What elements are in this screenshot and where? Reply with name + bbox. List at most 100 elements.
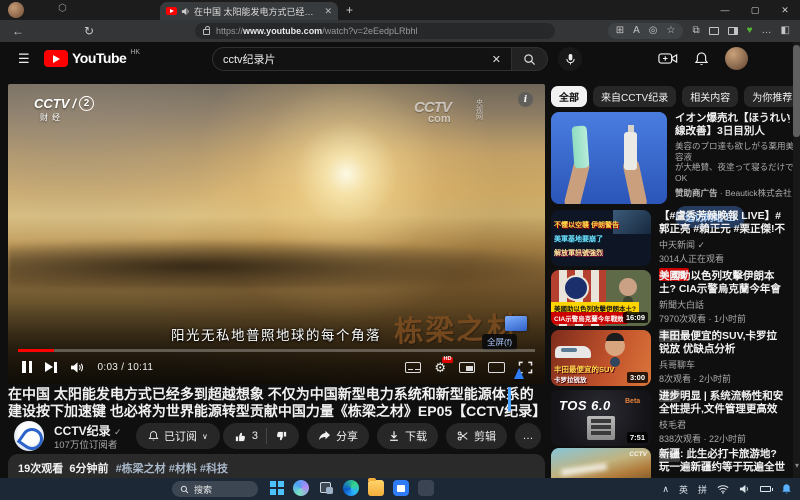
description-hashtags[interactable]: #栋梁之材 #材料 #科技: [116, 463, 228, 475]
sidebar-ad-item[interactable]: イオン爆売れ【ほうれい線改善】3日目別人 美容のプロ達も欲しがる薬用美容液が大絶…: [551, 112, 794, 206]
video-channel[interactable]: 枝毛君: [659, 418, 787, 431]
ad-thumbnail[interactable]: [551, 112, 667, 204]
performance-heart-icon[interactable]: ♥: [747, 26, 753, 36]
ad-title[interactable]: イオン爆売れ【ほうれい線改善】3日目別人: [675, 112, 794, 137]
sidebar-video-item[interactable]: 美國助以色列攻擊伊朗本土? CIA示警烏克蘭今年戰敗 16:09 美國助以色列攻…: [551, 270, 794, 328]
browser-essentials-icon[interactable]: [728, 27, 738, 35]
guide-menu-icon[interactable]: ☰: [18, 51, 30, 67]
tray-expand-icon[interactable]: ∧: [662, 484, 669, 495]
ime-pinyin-indicator[interactable]: 拼: [698, 483, 707, 496]
search-box[interactable]: ✕: [212, 47, 512, 71]
search-input[interactable]: [223, 53, 486, 65]
video-title[interactable]: 丰田最便宜的SUV,卡罗拉锐放 优缺点分析: [659, 330, 787, 355]
scrollbar-down-icon[interactable]: ▾: [795, 461, 799, 470]
window-minimize-button[interactable]: —: [710, 0, 740, 20]
filter-chips: 全部 来自CCTV纪录 相关内容 为你推荐 ›: [551, 86, 794, 107]
create-icon[interactable]: [658, 51, 678, 66]
browser-tab[interactable]: 在中国 太阳能发电方式已经多到超越想象 不仅为中国新型电力系统 ✕: [160, 2, 338, 20]
chip-all[interactable]: 全部: [551, 86, 587, 107]
microsoft-store-icon[interactable]: [393, 480, 409, 496]
browser-profile-avatar[interactable]: [8, 2, 24, 18]
video-player[interactable]: CCTV/2 财经 CCTV 央视网 com i 栋梁之材 阳光无私地普照地球的…: [8, 84, 545, 384]
player-info-icon[interactable]: i: [518, 92, 533, 107]
favorites-bar-icon[interactable]: [709, 27, 719, 35]
dislike-button[interactable]: [275, 430, 288, 443]
like-button[interactable]: [234, 430, 247, 443]
video-channel[interactable]: 兵哥聊车: [659, 358, 787, 371]
mouse-cursor: [514, 368, 524, 379]
window-close-button[interactable]: ✕: [770, 0, 800, 20]
sidebar-video-item[interactable]: TOS 6.0 Beta 7:51 进步明显 | 系统流畅性和安全性提升,文件管…: [551, 390, 794, 448]
seek-bar[interactable]: [18, 349, 535, 352]
miniplayer-button[interactable]: [459, 362, 475, 373]
copilot-sidebar-icon[interactable]: ◧: [781, 26, 790, 36]
wifi-icon[interactable]: [717, 484, 729, 494]
video-channel[interactable]: 新聞大白話: [659, 298, 787, 311]
settings-gear-button[interactable]: ⚙HD: [434, 361, 446, 374]
edge-icon[interactable]: [343, 480, 359, 496]
download-button[interactable]: 下载: [377, 423, 438, 449]
tab-close-icon[interactable]: ✕: [324, 6, 332, 17]
video-title[interactable]: 进步明显 | 系统流畅性和安全性提升,文件管理更高效——铁威...: [659, 390, 787, 415]
video-title[interactable]: 【#盧秀芳辣晚報 LIVE】#郭正亮 #賴正元 #栗正傑!不認以色...: [659, 210, 787, 235]
theater-mode-button[interactable]: [488, 362, 505, 373]
chip-related[interactable]: 相关内容: [682, 86, 738, 107]
address-bar[interactable]: https://www.youtube.com/watch?v=2eEedpLR…: [195, 23, 555, 39]
collections-icon[interactable]: ⧉: [692, 26, 699, 36]
volume-icon[interactable]: [70, 361, 85, 374]
lock-icon[interactable]: [203, 29, 210, 35]
refresh-button[interactable]: ↻: [84, 24, 94, 38]
video-thumbnail[interactable]: 美國助以色列攻擊伊朗本土? CIA示警烏克蘭今年戰敗 16:09: [551, 270, 651, 326]
subscribed-button[interactable]: 已订阅 ∨: [136, 423, 220, 449]
start-button[interactable]: [270, 481, 284, 495]
sidebar-video-item[interactable]: CCTV 新疆: 此生必打卡旅游地? 玩一遍新疆约等于玩遍全世界? 这...: [551, 448, 794, 478]
tray-notification-bell-icon[interactable]: [781, 483, 792, 495]
sidebar-video-item[interactable]: 不懼以空襲 伊朗警告 美軍基地要崩了 解放軍訊號強烈 【#盧秀芳辣晚報 LIVE…: [551, 210, 794, 268]
task-view-icon[interactable]: [318, 480, 334, 496]
favorites-star-icon[interactable]: ☆: [667, 26, 676, 36]
video-thumbnail[interactable]: CCTV: [551, 448, 651, 478]
search-button[interactable]: [512, 47, 548, 71]
chip-from-channel[interactable]: 来自CCTV纪录: [593, 86, 676, 107]
battery-icon[interactable]: [760, 486, 771, 492]
video-title[interactable]: 美國助以色列攻擊伊朗本土? CIA示警烏克蘭今年會戰敗 新...: [659, 270, 787, 295]
channel-avatar[interactable]: [14, 421, 44, 451]
video-channel[interactable]: 中天新闻 ✓: [659, 238, 787, 251]
video-thumbnail[interactable]: TOS 6.0 Beta 7:51: [551, 390, 651, 446]
like-count: 3: [252, 430, 258, 442]
workspaces-icon[interactable]: ⬡: [58, 3, 67, 14]
video-thumbnail[interactable]: 不懼以空襲 伊朗警告 美軍基地要崩了 解放軍訊號強烈: [551, 210, 651, 266]
account-avatar[interactable]: [725, 47, 748, 70]
notifications-bell-icon[interactable]: [694, 51, 709, 67]
search-clear-icon[interactable]: ✕: [492, 53, 501, 66]
pinned-app-icon[interactable]: [418, 480, 434, 496]
file-explorer-icon[interactable]: [368, 480, 384, 496]
tray-volume-icon[interactable]: [739, 484, 750, 494]
pause-button[interactable]: [22, 361, 32, 373]
youtube-logo[interactable]: YouTube HK: [44, 50, 140, 67]
video-thumbnail[interactable]: 丰田最便宜的SUV 卡罗拉锐放 3:00: [551, 330, 651, 386]
subtitles-button[interactable]: [405, 362, 421, 373]
settings-more-icon[interactable]: …: [762, 26, 772, 36]
url-text[interactable]: https://www.youtube.com/watch?v=2eEedpLR…: [216, 26, 418, 36]
clip-button[interactable]: 剪辑: [446, 423, 507, 449]
read-aloud-icon[interactable]: A: [633, 26, 640, 36]
back-button[interactable]: ←: [12, 24, 24, 38]
voice-search-button[interactable]: [558, 47, 582, 71]
taskbar-search[interactable]: 搜索: [172, 481, 258, 497]
new-tab-button[interactable]: +: [346, 3, 353, 17]
chip-for-you[interactable]: 为你推荐: [744, 86, 794, 107]
split-screen-icon[interactable]: ⊞: [616, 26, 624, 36]
video-title[interactable]: 新疆: 此生必打卡旅游地? 玩一遍新疆约等于玩遍全世界? 这...: [659, 448, 787, 473]
window-maximize-button[interactable]: ▢: [740, 0, 770, 20]
scrollbar-thumb[interactable]: [793, 45, 800, 137]
page-scrollbar[interactable]: ▾: [793, 42, 800, 478]
share-button[interactable]: 分享: [307, 423, 369, 449]
copilot-icon[interactable]: [293, 480, 309, 496]
translate-icon[interactable]: ◎: [649, 26, 658, 36]
more-actions-button[interactable]: …: [515, 423, 541, 449]
tab-audio-icon[interactable]: [181, 7, 190, 16]
sidebar-video-item[interactable]: 丰田最便宜的SUV 卡罗拉锐放 3:00 丰田最便宜的SUV,卡罗拉锐放 优缺点…: [551, 330, 794, 388]
ime-language-indicator[interactable]: 英: [679, 483, 688, 496]
next-button[interactable]: [45, 362, 57, 373]
